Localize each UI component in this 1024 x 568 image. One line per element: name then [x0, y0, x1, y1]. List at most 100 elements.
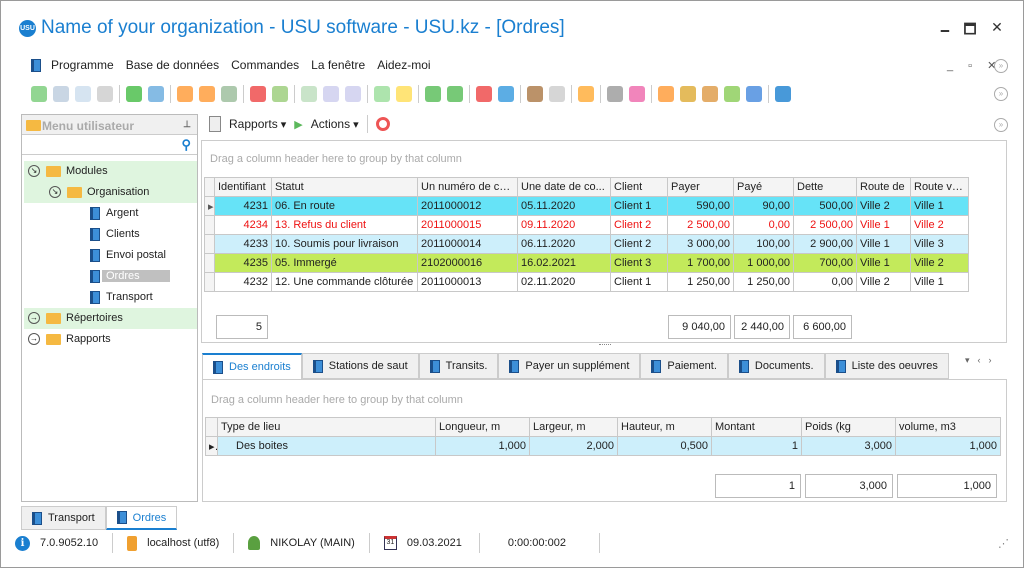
column-header[interactable]: Un numéro de co...: [417, 177, 518, 197]
tab-des-endroits[interactable]: Des endroits: [202, 353, 302, 379]
toolbar-button-icon[interactable]: [272, 86, 288, 102]
orders-grid: Identifiant Statut Un numéro de co... Une d…: [204, 177, 969, 292]
toolbar-button-icon[interactable]: [549, 86, 565, 102]
toolbar-button-icon[interactable]: [374, 86, 390, 102]
tab-transits-[interactable]: Transits.: [418, 353, 499, 379]
expand-icon[interactable]: →: [28, 312, 40, 325]
toolbar-button-icon[interactable]: [527, 86, 543, 102]
toolbar-button-icon[interactable]: [629, 86, 645, 102]
column-header[interactable]: volume, m3: [895, 417, 1001, 437]
toolbar-button-icon[interactable]: [724, 86, 740, 102]
tree-item-modules[interactable]: ↘ Modules: [24, 161, 197, 182]
toolbar-button-icon[interactable]: [425, 86, 441, 102]
column-header[interactable]: Payer: [667, 177, 734, 197]
column-header[interactable]: Longueur, m: [435, 417, 530, 437]
column-header[interactable]: Montant: [711, 417, 802, 437]
table-row[interactable]: 4232 12. Une commande clôturée 2011000013 0…: [204, 272, 969, 292]
menu-programme[interactable]: Programme: [51, 58, 114, 72]
collapse-icon[interactable]: »: [994, 87, 1008, 101]
table-cell: 1 250,00: [733, 272, 794, 292]
pin-icon[interactable]: ⊥: [183, 119, 191, 130]
menu-commandes[interactable]: Commandes: [231, 58, 299, 72]
toolbar-button-icon[interactable]: [498, 86, 514, 102]
column-header[interactable]: Route de: [856, 177, 911, 197]
toolbar-button-icon[interactable]: [447, 86, 463, 102]
tree-item-clients[interactable]: Clients: [24, 224, 197, 245]
menu-base-de-donn-es[interactable]: Base de données: [126, 58, 219, 72]
column-header[interactable]: Dette: [793, 177, 857, 197]
toolbar-button-icon[interactable]: [680, 86, 696, 102]
minimize-button[interactable]: 🗕: [935, 19, 955, 43]
collapse-icon[interactable]: »: [994, 59, 1008, 73]
toolbar-button-icon[interactable]: [250, 86, 266, 102]
table-row[interactable]: 4234 13. Refus du client 2011000015 09.11.2…: [204, 215, 969, 235]
window-tab-ordres[interactable]: Ordres: [105, 506, 178, 530]
toolbar-button-icon[interactable]: [345, 86, 361, 102]
reports-button[interactable]: Rapports ▾: [229, 117, 286, 131]
toolbar-button-icon[interactable]: [658, 86, 674, 102]
resize-grip[interactable]: ⋰: [984, 533, 1023, 553]
column-header[interactable]: Identifiant: [214, 177, 272, 197]
tree-item-envoi-postal[interactable]: Envoi postal: [24, 245, 197, 266]
column-header[interactable]: Hauteur, m: [617, 417, 712, 437]
table-row[interactable]: ▸ 4231 06. En route 2011000012 05.11.2020 Cli…: [204, 196, 969, 216]
search-icon[interactable]: ⚲: [181, 137, 191, 153]
column-header[interactable]: Statut: [271, 177, 418, 197]
column-header[interactable]: Route vers: [910, 177, 969, 197]
menu-la-fen-tre[interactable]: La fenêtre: [311, 58, 365, 72]
toolbar-button-icon[interactable]: [746, 86, 762, 102]
toolbar-button-icon[interactable]: [323, 86, 339, 102]
book-icon: [90, 206, 100, 220]
toolbar-button-icon[interactable]: [126, 86, 142, 102]
toolbar-button-icon[interactable]: [199, 86, 215, 102]
column-header[interactable]: Type de lieu: [217, 417, 436, 437]
tree-item-argent[interactable]: Argent: [24, 203, 197, 224]
toolbar-button-icon[interactable]: [148, 86, 164, 102]
toolbar-button-icon[interactable]: [396, 86, 412, 102]
column-header[interactable]: Largeur, m: [529, 417, 618, 437]
toolbar-button-icon[interactable]: [775, 86, 791, 102]
maximize-button[interactable]: 🗖: [960, 19, 980, 43]
column-header[interactable]: Une date de co...: [517, 177, 611, 197]
tree-item-organisation[interactable]: ↘ Organisation: [24, 182, 197, 203]
table-row[interactable]: 4235 05. Immergé 2102000016 16.02.2021 Clien…: [204, 253, 969, 273]
stop-icon[interactable]: [375, 117, 390, 131]
column-header[interactable]: Client: [610, 177, 668, 197]
toolbar-button-icon[interactable]: [702, 86, 718, 102]
tree-item-r-pertoires[interactable]: → Répertoires: [24, 308, 197, 329]
toolbar-button-icon[interactable]: [75, 86, 91, 102]
tab-paiement-[interactable]: Paiement.: [640, 353, 728, 379]
table-cell: 2011000013: [417, 272, 518, 292]
table-row[interactable]: 4233 10. Soumis pour livraison 2011000014 0…: [204, 234, 969, 254]
toolbar-button-icon[interactable]: [578, 86, 594, 102]
tab-scroll-controls[interactable]: ▾‹›: [965, 355, 1000, 366]
tab-liste-des-oeuvres[interactable]: Liste des oeuvres: [824, 353, 949, 379]
menu-search[interactable]: ⚲: [22, 135, 197, 155]
toolbar-button-icon[interactable]: [607, 86, 623, 102]
toolbar-button-icon[interactable]: [31, 86, 47, 102]
tab-payer-un-suppl-ment[interactable]: Payer un supplément: [498, 353, 641, 379]
close-button[interactable]: ✕: [987, 19, 1007, 36]
tree-item-ordres[interactable]: Ordres: [24, 266, 197, 287]
splitter-handle[interactable]: [599, 344, 611, 345]
column-header[interactable]: Poids (kg: [801, 417, 896, 437]
tab-stations-de-saut[interactable]: Stations de saut: [301, 353, 419, 379]
toolbar-button-icon[interactable]: [177, 86, 193, 102]
table-row[interactable]: ▸ Des boites 1,000 2,000 0,500 1 3,000 1,000: [205, 436, 1001, 456]
collapse-icon[interactable]: ↘: [28, 165, 40, 178]
toolbar-button-icon[interactable]: [221, 86, 237, 102]
expand-icon[interactable]: →: [28, 333, 40, 346]
menu-aidez-moi[interactable]: Aidez-moi: [377, 58, 430, 72]
collapse-icon[interactable]: ↘: [49, 186, 61, 199]
tree-item-rapports[interactable]: → Rapports: [24, 329, 197, 350]
window-tab-transport[interactable]: Transport: [21, 506, 106, 530]
toolbar-button-icon[interactable]: [53, 86, 69, 102]
toolbar-button-icon[interactable]: [301, 86, 317, 102]
toolbar-button-icon[interactable]: [97, 86, 113, 102]
actions-button[interactable]: Actions ▾: [311, 117, 359, 131]
tree-item-transport[interactable]: Transport: [24, 287, 197, 308]
toolbar-button-icon[interactable]: [476, 86, 492, 102]
tab-documents-[interactable]: Documents.: [727, 353, 825, 379]
collapse-icon[interactable]: »: [994, 118, 1008, 132]
column-header[interactable]: Payé: [733, 177, 794, 197]
